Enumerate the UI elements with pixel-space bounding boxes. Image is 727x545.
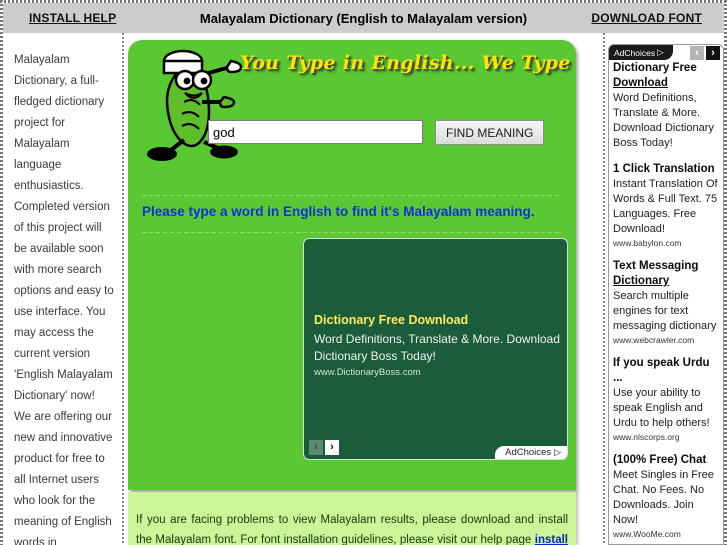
list-item[interactable]: Dictionary Free Download Word Definition… bbox=[613, 61, 721, 151]
page-header: INSTALL HELP Malayalam Dictionary (Engli… bbox=[3, 3, 724, 33]
ad-title-line2: Dictionary bbox=[613, 275, 670, 287]
search-row: FIND MEANING bbox=[208, 120, 568, 150]
divider-below-prompt bbox=[142, 232, 560, 233]
ads-adchoices-triangle-icon: ▷ bbox=[657, 47, 664, 57]
ad-title-line1: (100% Free) Chat bbox=[613, 454, 707, 466]
ad-title-line1: Dictionary Free bbox=[613, 62, 697, 74]
page-root: INSTALL HELP Malayalam Dictionary (Engli… bbox=[0, 0, 727, 545]
ad-title[interactable]: Text Messaging Dictionary bbox=[613, 259, 721, 289]
banner-slogan: You Type in English... We Type in Malaya… bbox=[240, 52, 576, 74]
embedded-adchoices-label: AdChoices bbox=[505, 447, 552, 458]
ad-description: Meet Singles in Free Chat. No Fees. No D… bbox=[613, 469, 714, 526]
embedded-ad-box[interactable]: Dictionary Free Download Word Definition… bbox=[303, 238, 568, 460]
ads-prev-icon[interactable]: ‹ bbox=[690, 46, 704, 60]
font-note-text: If you are facing problems to view Malay… bbox=[136, 510, 568, 545]
ad-title-line1: Text Messaging bbox=[613, 260, 699, 272]
main-green-panel: You Type in English... We Type in Malaya… bbox=[128, 40, 576, 490]
prompt-message: Please type a word in English to find it… bbox=[142, 204, 535, 219]
font-note-panel: If you are facing problems to view Malay… bbox=[128, 492, 576, 545]
adchoices-triangle-icon: ▷ bbox=[554, 447, 561, 457]
ad-description: Instant Translation Of Words & Full Text… bbox=[613, 178, 718, 235]
search-input[interactable] bbox=[208, 120, 423, 144]
ad-title[interactable]: If you speak Urdu ... bbox=[613, 356, 721, 386]
right-column-divider bbox=[603, 33, 605, 545]
list-item[interactable]: (100% Free) Chat Meet Singles in Free Ch… bbox=[613, 453, 721, 539]
ad-title[interactable]: Dictionary Free Download bbox=[613, 61, 721, 91]
embedded-ad-description: Word Definitions, Translate & More. Down… bbox=[314, 332, 560, 363]
font-note-part1: If you are facing problems to view Malay… bbox=[136, 514, 568, 545]
download-font-link[interactable]: DOWNLOAD FONT bbox=[591, 11, 702, 25]
ads-adchoices-label: AdChoices bbox=[614, 47, 656, 58]
list-item[interactable]: If you speak Urdu ... Use your ability t… bbox=[613, 356, 721, 442]
embedded-ad-url: www.DictionaryBoss.com bbox=[314, 367, 421, 378]
ad-url: www.WooMe.com bbox=[613, 529, 681, 539]
left-info-column: Malayalam Dictionary, a full-fledged dic… bbox=[4, 42, 122, 545]
embedded-ad-nav: ‹ › bbox=[309, 440, 339, 455]
ad-title-line2: Download bbox=[613, 77, 668, 89]
ad-title-line1: 1 Click Translation bbox=[613, 163, 715, 175]
ads-next-icon[interactable]: › bbox=[706, 46, 720, 60]
list-item[interactable]: 1 Click Translation Instant Translation … bbox=[613, 162, 721, 248]
ad-url: www.webcrawler.com bbox=[613, 335, 695, 345]
embedded-adchoices-button[interactable]: AdChoices ▷ bbox=[495, 446, 567, 459]
ad-url: www.babylon.com bbox=[613, 238, 682, 248]
ads-nav: ‹ › bbox=[690, 46, 720, 60]
divider-above-prompt bbox=[142, 195, 560, 196]
ad-title[interactable]: 1 Click Translation bbox=[613, 162, 721, 177]
intro-paragraph-1: Malayalam Dictionary, a full-fledged dic… bbox=[14, 54, 114, 402]
embedded-ad-prev-icon[interactable]: ‹ bbox=[309, 440, 323, 455]
ad-url: www.nlscorps.org bbox=[613, 432, 680, 442]
left-column-divider bbox=[122, 33, 124, 545]
right-ads-panel: AdChoices ▷ ‹ › Dictionary Free Download… bbox=[608, 44, 724, 545]
ad-description: Use your ability to speak English and Ur… bbox=[613, 387, 710, 429]
ad-title-line1: If you speak Urdu ... bbox=[613, 357, 710, 384]
ad-description: Search multiple engines for text messagi… bbox=[613, 290, 717, 332]
list-item[interactable]: Text Messaging Dictionary Search multipl… bbox=[613, 259, 721, 345]
ad-title[interactable]: (100% Free) Chat bbox=[613, 453, 721, 468]
intro-paragraph-2: We are offering our new and innovative p… bbox=[14, 411, 113, 545]
ad-description: Word Definitions, Translate & More. Down… bbox=[613, 92, 714, 149]
embedded-ad-next-icon[interactable]: › bbox=[325, 440, 339, 455]
ads-adchoices-button[interactable]: AdChoices ▷ bbox=[609, 45, 673, 60]
embedded-ad-title[interactable]: Dictionary Free Download bbox=[314, 313, 468, 327]
page-left-edge bbox=[0, 0, 3, 545]
find-meaning-button[interactable]: FIND MEANING bbox=[435, 120, 545, 145]
page-top-edge bbox=[0, 0, 727, 3]
ads-list: Dictionary Free Download Word Definition… bbox=[609, 61, 723, 544]
